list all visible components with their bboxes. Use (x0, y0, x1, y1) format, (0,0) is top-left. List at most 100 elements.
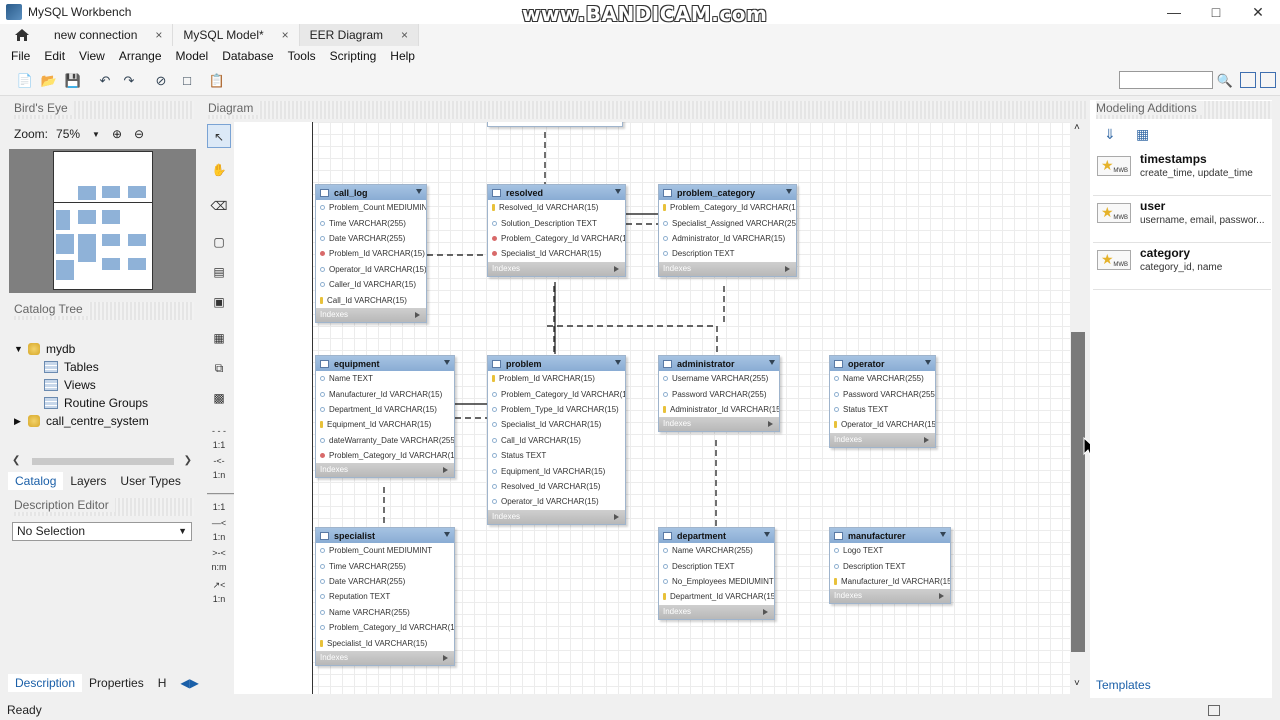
collapse-arrow-icon[interactable] (764, 532, 770, 537)
entity-header[interactable]: specialist (316, 528, 454, 543)
snippet-category[interactable]: MWB category category_id, name (1093, 244, 1271, 290)
entity-column[interactable]: Name TEXT (316, 371, 454, 386)
eraser-tool-icon[interactable]: ⌫ (207, 194, 231, 218)
entity-column[interactable]: Problem_Id VARCHAR(15) (488, 371, 625, 386)
collapse-arrow-icon[interactable] (615, 360, 621, 365)
entity-column[interactable]: Specialist_Id VARCHAR(15) (488, 246, 625, 261)
collapse-arrow-icon[interactable] (615, 189, 621, 194)
new-diagram-icon[interactable]: 📋 (208, 72, 226, 90)
collapse-arrow-icon[interactable] (940, 532, 946, 537)
tab-eer-diagram[interactable]: EER Diagram × (299, 24, 420, 46)
panel-right-toggle-icon[interactable] (1260, 72, 1276, 88)
entity-column[interactable]: dateWarranty_Date VARCHAR(255) (316, 433, 454, 448)
entity-column[interactable]: Operator_Id VARCHAR(15) (488, 494, 625, 509)
tab-properties[interactable]: Properties (82, 674, 151, 692)
tab-scroll-icon[interactable]: ◀▶ (173, 674, 205, 692)
expand-arrow-icon[interactable] (443, 654, 448, 661)
menu-arrange[interactable]: Arrange (112, 49, 169, 63)
entity-column[interactable]: Name VARCHAR(255) (830, 371, 935, 386)
menu-edit[interactable]: Edit (37, 49, 72, 63)
snippet-add-icon[interactable]: ⇓ (1104, 126, 1116, 143)
tree-item-mydb[interactable]: ▼ mydb (14, 340, 149, 358)
menu-database[interactable]: Database (215, 49, 280, 63)
entity-column[interactable]: Problem_Type_Id VARCHAR(15) (488, 402, 625, 417)
expand-arrow-icon[interactable] (614, 265, 619, 272)
entity-problem[interactable]: problem Problem_Id VARCHAR(15) Problem_Cat… (487, 355, 626, 525)
routine-group-tool-icon[interactable]: ▩ (207, 386, 231, 410)
entity-column[interactable]: Date VARCHAR(255) (316, 231, 426, 246)
entity-header[interactable]: equipment (316, 356, 454, 371)
entity-header[interactable]: operator (830, 356, 935, 371)
expand-arrow-icon[interactable] (924, 436, 929, 443)
entity-indexes-footer[interactable]: Indexes (659, 261, 796, 276)
expand-arrow-icon[interactable]: ▼ (14, 344, 28, 354)
entity-call-log[interactable]: call_log Problem_Count MEDIUMINT Time VARC… (315, 184, 427, 323)
entity-header[interactable]: department (659, 528, 774, 543)
entity-column[interactable]: Administrator_Id VARCHAR(15) (659, 402, 779, 417)
pointer-tool-icon[interactable]: ↖ (207, 124, 231, 148)
close-icon[interactable]: × (282, 28, 289, 42)
align-icon[interactable]: □ (178, 72, 196, 90)
redo-icon[interactable]: ↷ (120, 72, 138, 90)
entity-column[interactable]: Username VARCHAR(255) (659, 371, 779, 386)
expand-arrow-icon[interactable] (939, 593, 944, 600)
tab-catalog[interactable]: Catalog (8, 472, 64, 490)
tree-item-views[interactable]: Views (14, 376, 149, 394)
entity-equipment[interactable]: equipment Name TEXT Manufacturer_Id VARCHA… (315, 355, 455, 479)
diagram-vscrollbar[interactable]: ˄ ˅ (1071, 122, 1085, 694)
close-window-button[interactable]: ✕ (1236, 0, 1280, 24)
entity-header[interactable]: problem (488, 356, 625, 371)
tab-history[interactable]: H (151, 674, 174, 692)
entity-indexes-footer[interactable]: Indexes (316, 463, 454, 478)
panel-left-toggle-icon[interactable] (1240, 72, 1256, 88)
tree-item-call-centre-system[interactable]: ▶ call_centre_system (14, 412, 149, 430)
entity-column[interactable]: Description TEXT (830, 558, 950, 573)
tab-templates[interactable]: Templates (1090, 676, 1157, 694)
expand-arrow-icon[interactable] (763, 608, 768, 615)
snippet-table-icon[interactable]: ▦ (1136, 126, 1149, 143)
entity-column[interactable]: Name VARCHAR(255) (316, 605, 454, 620)
image-tool-icon[interactable]: ▣ (207, 290, 231, 314)
entity-column[interactable]: Problem_Category_Id VARCHAR(15) (488, 231, 625, 246)
toolbar-search-input[interactable] (1119, 71, 1213, 89)
entity-column[interactable]: Problem_Id VARCHAR(15) (316, 246, 426, 261)
entity-operator[interactable]: operator Name VARCHAR(255) Password VARCHA… (829, 355, 936, 448)
open-model-icon[interactable]: 📂 (40, 72, 58, 90)
entity-column[interactable]: Department_Id VARCHAR(15) (316, 402, 454, 417)
entity-column[interactable]: Name VARCHAR(255) (659, 543, 774, 558)
expand-arrow-icon[interactable] (443, 467, 448, 474)
entity-column[interactable]: Administrator_Id VARCHAR(15) (659, 231, 796, 246)
scroll-right-icon[interactable]: ❯ (184, 455, 192, 466)
entity-column[interactable]: Problem_Category_Id VARCHAR(15) (488, 386, 625, 401)
expand-arrow-icon[interactable] (415, 311, 420, 318)
scroll-thumb[interactable] (32, 458, 174, 465)
entity-column[interactable]: Manufacturer_Id VARCHAR(15) (316, 386, 454, 401)
relationship-n-m-icon[interactable]: >-< n:m (207, 546, 231, 572)
menu-view[interactable]: View (72, 49, 112, 63)
entity-column[interactable]: Resolved_Id VARCHAR(15) (488, 479, 625, 494)
relationship-1-1-identifying-icon[interactable]: ——— 1:1 (207, 486, 234, 512)
entity-offscreen[interactable] (487, 122, 623, 127)
entity-problem-category[interactable]: problem_category Problem_Category_Id VARC… (658, 184, 797, 277)
view-tool-icon[interactable]: ⧉ (207, 356, 231, 380)
menu-file[interactable]: File (4, 49, 37, 63)
entity-column[interactable]: Description TEXT (659, 558, 774, 573)
menu-tools[interactable]: Tools (281, 49, 323, 63)
entity-column[interactable]: Time VARCHAR(255) (316, 215, 426, 230)
relationship-existing-columns-icon[interactable]: ↗< 1:n (207, 578, 231, 604)
entity-column[interactable]: Problem_Count MEDIUMINT (316, 200, 426, 215)
entity-header[interactable]: manufacturer (830, 528, 950, 543)
entity-header[interactable]: resolved (488, 185, 625, 200)
entity-column[interactable]: Specialist_Id VARCHAR(15) (488, 417, 625, 432)
zoom-out-icon[interactable]: ⊖ (134, 127, 144, 141)
entity-indexes-footer[interactable]: Indexes (488, 261, 625, 276)
snippet-timestamps[interactable]: MWB timestamps create_time, update_time (1093, 150, 1271, 196)
entity-column[interactable]: Time VARCHAR(255) (316, 558, 454, 573)
entity-column[interactable]: Department_Id VARCHAR(15) (659, 589, 774, 604)
tree-item-tables[interactable]: Tables (14, 358, 149, 376)
entity-header[interactable]: problem_category (659, 185, 796, 200)
scroll-up-icon[interactable]: ˄ (1074, 122, 1080, 133)
menu-scripting[interactable]: Scripting (323, 49, 384, 63)
entity-department[interactable]: department Name VARCHAR(255) Description T… (658, 527, 775, 620)
relationship-1-1-icon[interactable]: - - -1:1 (207, 424, 231, 450)
